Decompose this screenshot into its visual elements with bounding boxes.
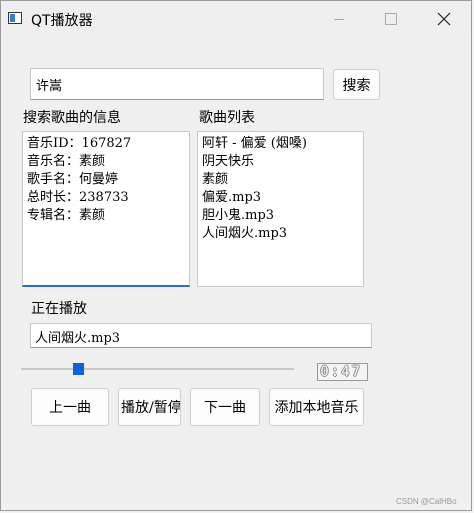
add-local-music-button[interactable]: 添加本地音乐 xyxy=(269,388,364,426)
info-line-artist: 歌手名：何曼婷 xyxy=(27,172,119,187)
list-item[interactable]: 偏爱.mp3 xyxy=(202,189,359,207)
search-input[interactable]: 许嵩 xyxy=(30,68,324,100)
watermark: CSDN @CalHBo xyxy=(396,497,457,506)
play-pause-button[interactable]: 播放/暂停 xyxy=(118,388,181,426)
time-lcd-display: 0:47 xyxy=(317,363,368,381)
info-line-id: 音乐ID：167827 xyxy=(27,136,132,151)
song-list-label: 歌曲列表 xyxy=(199,110,255,126)
song-info-label: 搜索歌曲的信息 xyxy=(23,110,121,126)
qt-player-window: QT播放器 许嵩 搜索 搜索歌曲的信息 歌曲列表 音乐ID：167827 音乐名… xyxy=(0,0,472,511)
previous-track-button[interactable]: 上一曲 xyxy=(31,388,109,426)
title-bar[interactable]: QT播放器 xyxy=(1,1,471,37)
song-list[interactable]: 阿轩 - 偏爱 (烟嗓) 阴天快乐 素颜 偏爱.mp3 胆小鬼.mp3 人间烟火… xyxy=(197,131,364,287)
minimize-icon xyxy=(334,18,344,20)
song-info-textbox[interactable]: 音乐ID：167827 音乐名：素颜 歌手名：何曼婷 总时长：238733 专辑… xyxy=(22,131,190,287)
minimize-button[interactable] xyxy=(316,1,362,37)
info-line-title: 音乐名：素颜 xyxy=(27,154,106,169)
maximize-button[interactable] xyxy=(368,1,414,37)
window-title: QT播放器 xyxy=(31,13,93,29)
slider-handle[interactable] xyxy=(73,363,84,375)
list-item[interactable]: 阴天快乐 xyxy=(202,153,359,171)
next-track-button[interactable]: 下一曲 xyxy=(190,388,260,426)
slider-groove xyxy=(21,368,294,370)
maximize-icon xyxy=(385,13,397,25)
list-item[interactable]: 人间烟火.mp3 xyxy=(202,225,359,243)
now-playing-label: 正在播放 xyxy=(31,301,87,317)
progress-slider[interactable] xyxy=(21,363,294,375)
close-icon xyxy=(437,12,451,26)
info-line-album: 专辑名：素颜 xyxy=(27,208,106,223)
close-button[interactable] xyxy=(421,1,467,37)
app-window-icon xyxy=(8,12,22,24)
list-item[interactable]: 素颜 xyxy=(202,171,359,189)
now-playing-field[interactable]: 人间烟火.mp3 xyxy=(30,323,372,348)
list-item[interactable]: 胆小鬼.mp3 xyxy=(202,207,359,225)
info-line-duration: 总时长：238733 xyxy=(27,190,129,205)
list-item[interactable]: 阿轩 - 偏爱 (烟嗓) xyxy=(202,135,359,153)
search-button[interactable]: 搜索 xyxy=(333,69,380,100)
